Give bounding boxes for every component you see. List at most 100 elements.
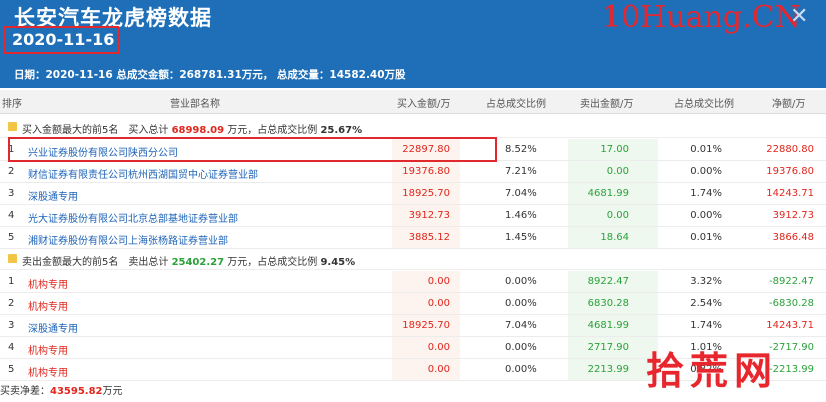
trade-summary: 日期：2020-11-16 总成交金额：268781.31万元， 总成交量：14… — [14, 69, 406, 81]
branch-name-link[interactable]: 深股通专用 — [28, 320, 78, 335]
sell-group-header: 卖出金额最大的前5名 卖出总计 25402.27 万元，占总成交比例 9.45% — [0, 250, 826, 270]
buy-pct: 7.04% — [505, 320, 537, 331]
sell-amount: 17.00 — [600, 144, 629, 155]
sell-pct: 2.54% — [690, 298, 722, 309]
rank-cell: 3 — [8, 320, 15, 331]
site-logo: 拾荒网 — [646, 348, 779, 393]
table-row: 4 光大证券股份有限公司北京总部基地证券营业部 3912.73 1.46% 0.00 0.… — [0, 205, 826, 227]
sell-amount: 2717.90 — [587, 342, 629, 353]
buy-unit-text: 万元，占总成交比例 — [227, 125, 318, 136]
buy-pct: 0.00% — [505, 276, 537, 287]
sell-pct: 3.32% — [690, 276, 722, 287]
branch-name-link[interactable]: 机构专用 — [28, 298, 68, 313]
date-label: 2020-11-16 — [12, 30, 115, 49]
col-rank: 排序 — [2, 99, 22, 110]
buy-pct: 0.00% — [505, 364, 537, 375]
buy-pct: 1.45% — [505, 232, 537, 243]
row-highlight-box — [8, 137, 497, 162]
sell-amount: 4681.99 — [587, 188, 629, 199]
buy-group-label: 买入金额最大的前5名 买入总计 — [22, 125, 169, 136]
sell-amount: 4681.99 — [587, 320, 629, 331]
buy-amount: 3885.12 — [408, 232, 450, 243]
folder-icon — [8, 122, 17, 131]
rank-cell: 5 — [8, 364, 15, 375]
table-row: 3 深股通专用 18925.70 7.04% 4681.99 1.74% 14243.71 — [0, 183, 826, 205]
table-row: 2 财信证券有限责任公司杭州西湖国贸中心证券营业部 19376.80 7.21% 0.0… — [0, 161, 826, 183]
folder-icon — [8, 254, 17, 263]
rank-cell: 3 — [8, 188, 15, 199]
table-row: 5 湘财证券股份有限公司上海张杨路证券营业部 3885.12 1.45% 18.64 0.… — [0, 227, 826, 249]
branch-name-link[interactable]: 财信证券有限责任公司杭州西湖国贸中心证券营业部 — [28, 166, 258, 181]
sell-pct: 0.00% — [690, 166, 722, 177]
buy-group-header: 买入金额最大的前5名 买入总计 68998.09 万元，占总成交比例 25.67… — [0, 118, 826, 138]
table-row: 3 深股通专用 18925.70 7.04% 4681.99 1.74% 14243.71 — [0, 315, 826, 337]
buy-total: 68998.09 — [171, 125, 225, 136]
sell-amount: 0.00 — [606, 210, 629, 221]
buy-pct: 7.21% — [505, 166, 537, 177]
buy-pct: 0.00% — [505, 342, 537, 353]
net-label: 买卖净差： — [0, 386, 50, 397]
buy-pct: 0.00% — [505, 298, 537, 309]
sell-pct: 0.00% — [690, 210, 722, 221]
table-row: 2 机构专用 0.00 0.00% 6830.28 2.54% -6830.28 — [0, 293, 826, 315]
buy-pct: 7.04% — [505, 188, 537, 199]
rank-cell: 5 — [8, 232, 15, 243]
buy-pct: 1.46% — [505, 210, 537, 221]
sell-pct: 0.01% — [690, 144, 722, 155]
buy-amount: 0.00 — [427, 364, 450, 375]
sell-unit-text: 万元，占总成交比例 — [227, 257, 318, 268]
sell-amount: 0.00 — [606, 166, 629, 177]
sell-pct: 1.74% — [690, 320, 722, 331]
rank-cell: 1 — [8, 276, 15, 287]
branch-name-link[interactable]: 机构专用 — [28, 276, 68, 291]
net-amount: 14243.71 — [766, 320, 814, 331]
branch-name-link[interactable]: 深股通专用 — [28, 188, 78, 203]
sell-amount: 6830.28 — [587, 298, 629, 309]
col-name: 营业部名称 — [170, 99, 220, 110]
branch-name-link[interactable]: 光大证券股份有限公司北京总部基地证券营业部 — [28, 210, 238, 225]
col-sell: 卖出金额/万 — [580, 99, 634, 110]
rank-cell: 2 — [8, 298, 15, 309]
table-header: 排序 营业部名称 买入金额/万 占总成交比例 卖出金额/万 占总成交比例 净额/… — [0, 90, 826, 114]
sell-pct: 0.01% — [690, 232, 722, 243]
table-row: 1 机构专用 0.00 0.00% 8922.47 3.32% -8922.47 — [0, 271, 826, 293]
net-amount: 14243.71 — [766, 188, 814, 199]
net-amount: 22880.80 — [766, 144, 814, 155]
sell-total: 25402.27 — [171, 257, 225, 268]
rank-cell: 4 — [8, 342, 15, 353]
net-amount: 19376.80 — [766, 166, 814, 177]
sell-amount: 18.64 — [600, 232, 629, 243]
branch-name-link[interactable]: 机构专用 — [28, 364, 68, 379]
net-amount: -8922.47 — [769, 276, 814, 287]
net-amount: 3912.73 — [772, 210, 814, 221]
buy-amount: 18925.70 — [402, 188, 450, 199]
buy-amount: 0.00 — [427, 276, 450, 287]
buy-amount: 3912.73 — [408, 210, 450, 221]
sell-amount: 2213.99 — [587, 364, 629, 375]
buy-amount: 19376.80 — [402, 166, 450, 177]
branch-name-link[interactable]: 机构专用 — [28, 342, 68, 357]
sell-group-label: 卖出金额最大的前5名 卖出总计 — [22, 257, 169, 268]
site-watermark: 10Huang.CN — [602, 0, 801, 35]
buy-amount: 0.00 — [427, 342, 450, 353]
sell-pct: 1.74% — [690, 188, 722, 199]
col-buy: 买入金额/万 — [397, 99, 451, 110]
net-amount: -6830.28 — [769, 298, 814, 309]
buy-amount: 18925.70 — [402, 320, 450, 331]
rank-cell: 2 — [8, 166, 15, 177]
net-unit: 万元 — [102, 386, 123, 397]
close-icon[interactable]: ✕ — [790, 4, 808, 29]
net-value: 43595.82 — [50, 386, 103, 397]
buy-amount: 0.00 — [427, 298, 450, 309]
sell-amount: 8922.47 — [587, 276, 629, 287]
rank-cell: 4 — [8, 210, 15, 221]
page-header: 长安汽车龙虎榜数据 2020-11-16 10Huang.CN ✕ 日期：202… — [0, 0, 826, 88]
buy-total-pct: 25.67% — [320, 125, 363, 136]
branch-name-link[interactable]: 湘财证券股份有限公司上海张杨路证券营业部 — [28, 232, 228, 247]
col-net: 净额/万 — [772, 99, 806, 110]
buy-pct: 8.52% — [505, 144, 537, 155]
net-amount: 3866.48 — [772, 232, 814, 243]
sell-total-pct: 9.45% — [320, 257, 356, 268]
col-buy-pct: 占总成交比例 — [486, 99, 546, 110]
net-summary: 买卖净差：43595.82万元 — [0, 382, 123, 397]
